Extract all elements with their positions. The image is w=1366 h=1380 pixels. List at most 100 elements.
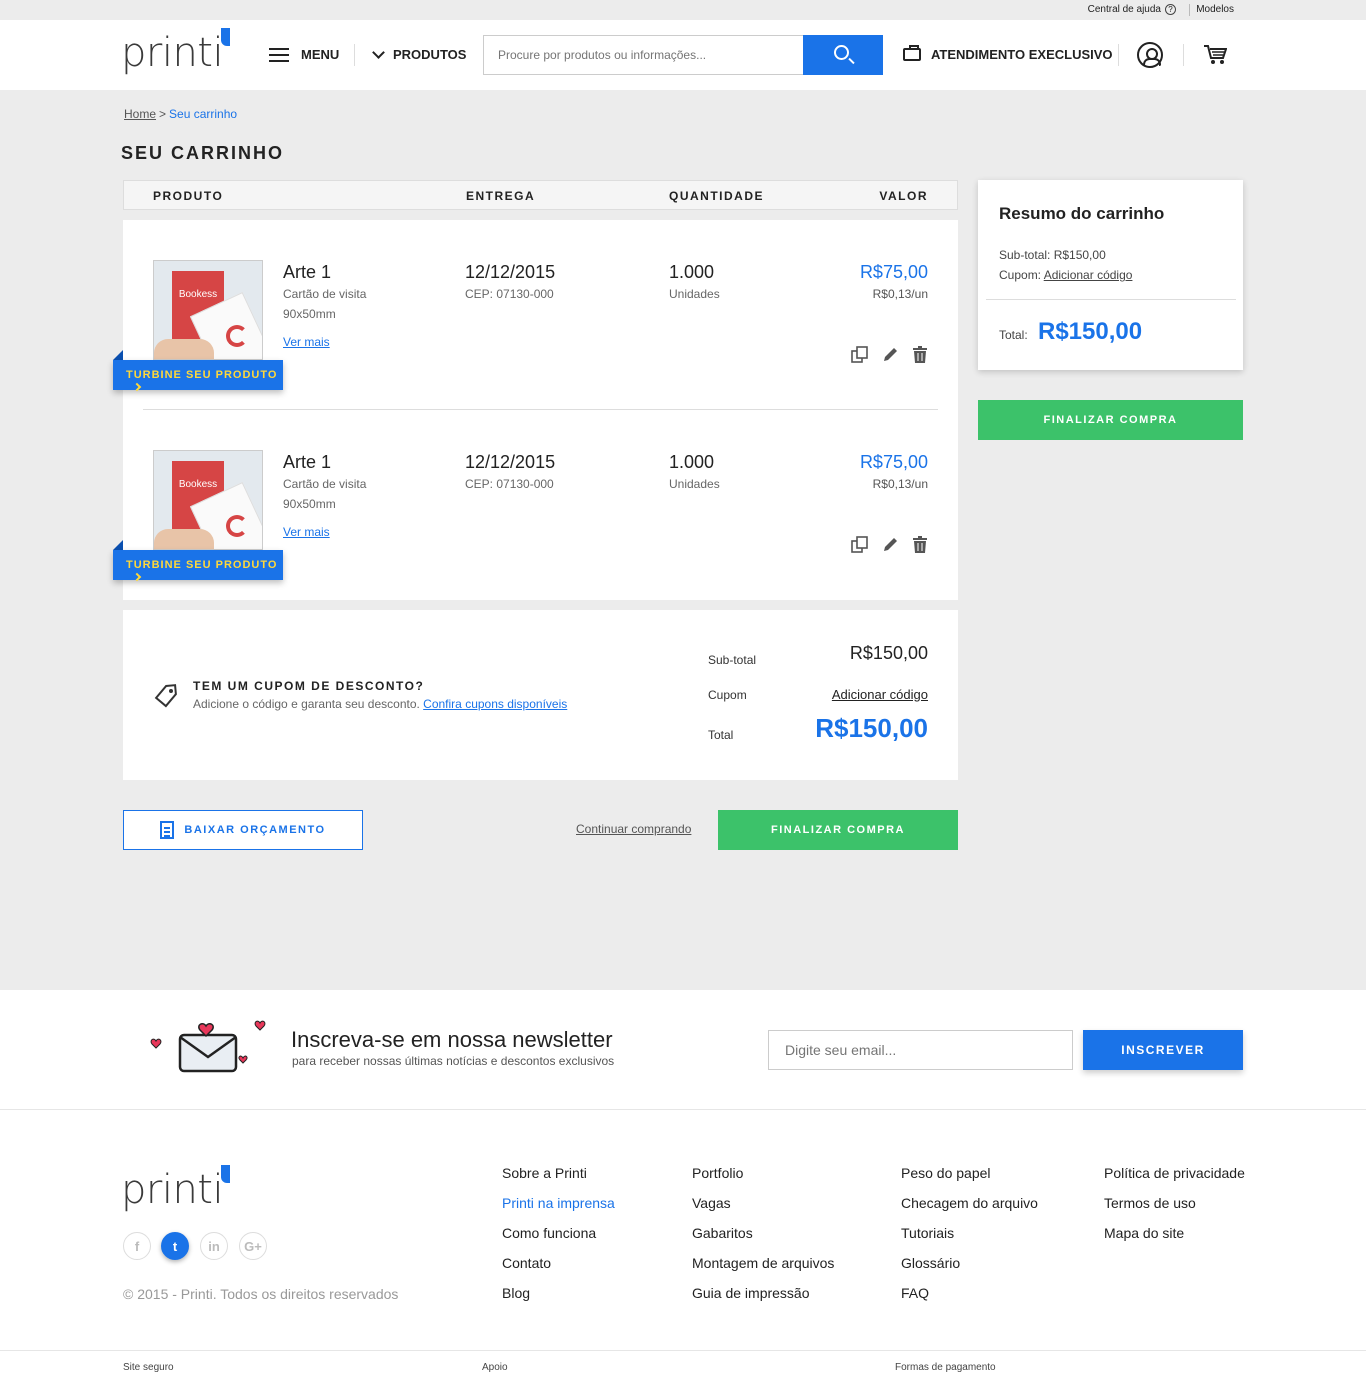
footer-link[interactable]: Guia de impressão <box>692 1285 810 1301</box>
google-plus-icon[interactable]: G+ <box>239 1232 267 1260</box>
footer-link[interactable]: Peso do papel <box>901 1165 991 1181</box>
quantity-value: 1.000 <box>669 452 715 472</box>
breadcrumb-separator: > <box>159 107 167 121</box>
secure-site-label: Site seguro <box>123 1362 174 1373</box>
continue-shopping-link[interactable]: Continuar comprando <box>576 822 691 836</box>
user-account-icon[interactable] <box>1137 42 1163 68</box>
edit-pencil-icon[interactable] <box>881 346 899 364</box>
total-value: R$150,00 <box>815 713 928 743</box>
summary-add-coupon-link[interactable]: Adicionar código <box>1044 268 1133 282</box>
turbine-label: TURBINE SEU PRODUTO <box>126 559 278 571</box>
newsletter-title: Inscreva-se em nossa newsletter <box>291 1027 613 1052</box>
product-name: Arte 1 <box>283 262 332 282</box>
chevron-right-icon <box>132 382 142 392</box>
divider <box>354 44 355 66</box>
footer-link[interactable]: Printi na imprensa <box>502 1195 615 1211</box>
see-more-link[interactable]: Ver mais <box>283 335 330 349</box>
duplicate-icon[interactable] <box>851 346 869 364</box>
edit-pencil-icon[interactable] <box>881 536 899 554</box>
footer-link[interactable]: Contato <box>502 1255 551 1271</box>
footer-link[interactable]: Sobre a Printi <box>502 1165 587 1181</box>
menu-button[interactable]: MENU <box>269 47 339 62</box>
add-coupon-link[interactable]: Adicionar código <box>832 687 928 702</box>
delivery-date: 12/12/2015 <box>465 452 556 472</box>
cart-icon[interactable] <box>1203 44 1228 66</box>
footer-link[interactable]: Montagem de arquivos <box>692 1255 834 1271</box>
duplicate-icon[interactable] <box>851 536 869 554</box>
product-type: Cartão de visita <box>283 287 367 301</box>
printi-logo[interactable]: printi <box>121 28 230 76</box>
product-size: 90x50mm <box>283 307 336 321</box>
breadcrumb-home[interactable]: Home <box>124 107 156 121</box>
footer-column-about: Sobre a Printi Printi na imprensa Como f… <box>502 1165 615 1315</box>
footer-link[interactable]: Termos de uso <box>1104 1195 1196 1211</box>
coupon-description: Adicione o código e garanta seu desconto… <box>193 697 568 711</box>
column-header-quantity: QUANTIDADE <box>669 189 764 203</box>
product-size: 90x50mm <box>283 497 336 511</box>
footer-column-help: Peso do papel Checagem do arquivo Tutori… <box>901 1165 1038 1315</box>
search-button[interactable] <box>803 35 883 75</box>
newsletter-subtitle: para receber nossas últimas notícias e d… <box>292 1054 615 1068</box>
subtotal-value: R$150,00 <box>849 643 928 663</box>
newsletter-section: Inscreva-se em nossa newsletter para rec… <box>0 990 1366 1110</box>
footer-link[interactable]: Checagem do arquivo <box>901 1195 1038 1211</box>
help-center-link[interactable]: Central de ajuda ? <box>1088 4 1176 15</box>
cart-summary: Resumo do carrinho Sub-total: R$150,00 C… <box>978 180 1243 370</box>
turbine-product-button[interactable]: TURBINE SEU PRODUTO <box>113 360 283 392</box>
products-dropdown[interactable]: PRODUTOS <box>372 45 466 62</box>
breadcrumb-current: Seu carrinho <box>169 107 238 121</box>
page-title: SEU CARRINHO <box>121 143 285 163</box>
summary-checkout-button[interactable]: FINALIZAR COMPRA <box>978 400 1243 440</box>
divider <box>1183 44 1184 66</box>
footer-link[interactable]: Gabaritos <box>692 1225 753 1241</box>
footer-link[interactable]: Política de privacidade <box>1104 1165 1245 1181</box>
cart-item: Bookess TURBINE SEU PRODUTO Arte 1 Cartã… <box>113 410 958 600</box>
footer-link[interactable]: Portfolio <box>692 1165 743 1181</box>
footer-link[interactable]: Blog <box>502 1285 530 1301</box>
item-price: R$75,00 <box>859 452 928 472</box>
chevron-down-icon <box>372 45 385 59</box>
summary-subtotal: Sub-total: R$150,00 <box>999 248 1106 262</box>
footer-link[interactable]: Glossário <box>901 1255 960 1271</box>
item-actions <box>851 346 929 364</box>
column-header-value: VALOR <box>879 189 928 203</box>
summary-title: Resumo do carrinho <box>999 204 1165 223</box>
trash-icon[interactable] <box>911 536 929 554</box>
see-more-link[interactable]: Ver mais <box>283 525 330 539</box>
footer-logo-text: printi <box>121 1167 224 1213</box>
footer-link[interactable]: Vagas <box>692 1195 731 1211</box>
column-header-delivery: ENTREGA <box>466 189 536 203</box>
cart-items-panel: Bookess TURBINE SEU PRODUTO Arte 1 Cartã… <box>113 220 958 600</box>
exclusive-service-link[interactable]: ATENDIMENTO EXECLUSIVO <box>903 45 1113 62</box>
document-icon <box>160 821 175 839</box>
models-link[interactable]: Modelos <box>1196 4 1234 15</box>
footer-logo[interactable]: printi <box>121 1165 230 1213</box>
product-name: Arte 1 <box>283 452 332 472</box>
email-field[interactable] <box>768 1030 1073 1070</box>
footer-bottom-bar: Site seguro Apoio Formas de pagamento <box>0 1350 1366 1380</box>
footer-link[interactable]: Tutoriais <box>901 1225 954 1241</box>
delivery-date: 12/12/2015 <box>465 262 556 282</box>
linkedin-icon[interactable]: in <box>200 1232 228 1260</box>
menu-label: MENU <box>301 47 340 62</box>
footer-link[interactable]: Mapa do site <box>1104 1225 1184 1241</box>
twitter-icon[interactable]: t <box>161 1232 189 1260</box>
search-input[interactable] <box>483 35 803 75</box>
checkout-button[interactable]: FINALIZAR COMPRA <box>718 810 958 850</box>
trash-icon[interactable] <box>911 346 929 364</box>
turbine-product-button[interactable]: TURBINE SEU PRODUTO <box>113 550 283 582</box>
view-coupons-link[interactable]: Confira cupons disponíveis <box>423 697 567 711</box>
divider <box>986 299 1236 300</box>
item-unit-price: R$0,13/un <box>872 287 928 301</box>
footer-column-legal: Política de privacidade Termos de uso Ma… <box>1104 1165 1245 1255</box>
facebook-icon[interactable]: f <box>123 1232 151 1260</box>
quantity-value: 1.000 <box>669 262 715 282</box>
download-quote-button[interactable]: BAIXAR ORÇAMENTO <box>123 810 363 850</box>
site-header: printi MENU PRODUTOS ATENDIMENTO EXECLUS… <box>0 20 1366 90</box>
briefcase-icon <box>903 45 921 61</box>
delivery-cep: CEP: 07130-000 <box>465 477 554 491</box>
footer-link[interactable]: Como funciona <box>502 1225 596 1241</box>
footer-link[interactable]: FAQ <box>901 1285 929 1301</box>
subscribe-button[interactable]: INSCREVER <box>1083 1030 1243 1070</box>
footer-column-company: Portfolio Vagas Gabaritos Montagem de ar… <box>692 1165 834 1315</box>
